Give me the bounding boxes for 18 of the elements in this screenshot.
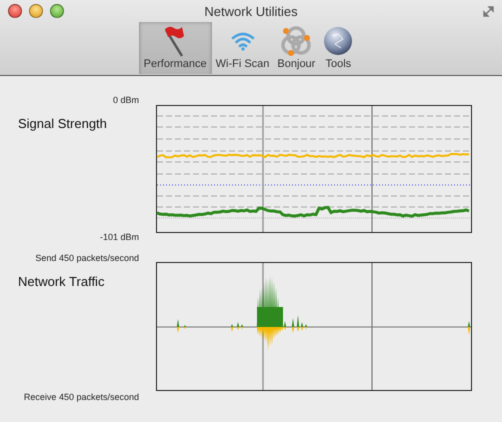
- globe-icon: [323, 26, 354, 56]
- close-button[interactable]: [8, 4, 22, 18]
- axis-label: Send 450 packets/second: [34, 252, 139, 264]
- window-title: Network Utilities: [204, 4, 298, 19]
- axis-label: -101 dBm: [98, 231, 139, 243]
- toolbar-tab[interactable]: Performance: [138, 22, 212, 74]
- fullscreen-icon[interactable]: [483, 6, 494, 17]
- section-title: Signal Strength: [18, 116, 108, 132]
- minimize-button[interactable]: [29, 4, 43, 18]
- bonjour-icon: [280, 25, 312, 57]
- axis-label: 0 dBm: [112, 94, 139, 106]
- axis-label: Receive 450 packets/second: [22, 391, 139, 403]
- wifi-icon: [230, 31, 256, 51]
- toolbar-tab[interactable]: Tools: [319, 22, 358, 74]
- zoom-button[interactable]: [50, 4, 64, 18]
- section-title: Network Traffic: [18, 274, 106, 290]
- toolbar-tab[interactable]: Wi-Fi Scan: [212, 22, 274, 74]
- toolbar-tab[interactable]: Bonjour: [273, 22, 320, 74]
